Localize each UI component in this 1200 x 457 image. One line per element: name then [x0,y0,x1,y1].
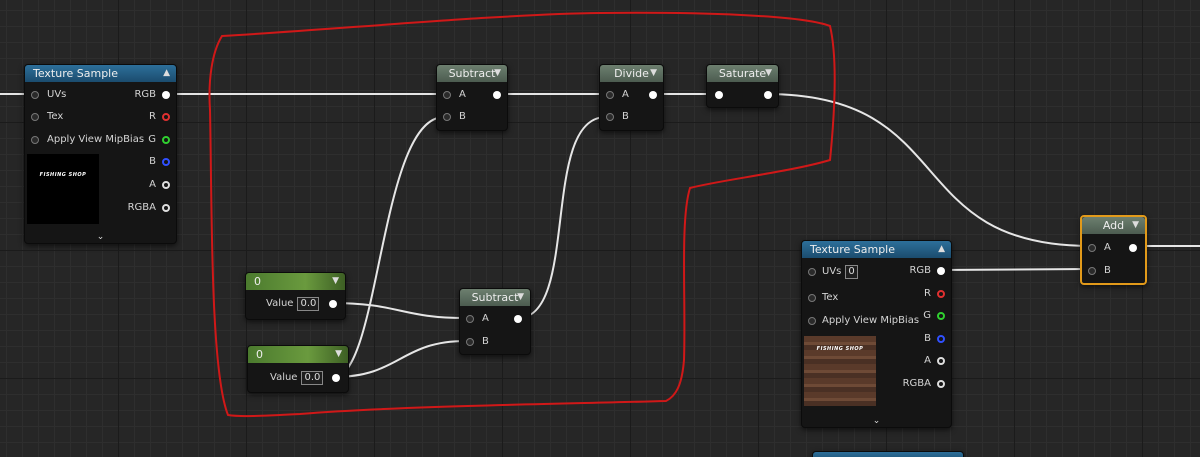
node-header[interactable]: Saturate ▼ [707,65,778,82]
input-pin-mipbias[interactable]: Apply View MipBias [31,133,144,147]
texture-sample-node-2[interactable]: Texture Sample ▲ UVs 0 Tex Apply View Mip… [801,240,952,428]
saturate-node[interactable]: Saturate ▼ [706,64,779,108]
divide-node[interactable]: Divide ▼ A B [599,64,664,131]
input-pin-tex[interactable]: Tex [808,291,838,305]
output-pin-r[interactable]: R [149,110,170,124]
output-pin-b[interactable]: B [149,155,170,169]
input-pin-a[interactable]: A [1088,241,1111,255]
chevron-down-icon[interactable]: ▼ [494,65,501,82]
node-title: Texture Sample [33,67,119,80]
node-header[interactable]: Texture Sample ▲ [25,65,176,82]
texture-thumbnail: FISHING SHOP [804,336,876,406]
wire-constant2-to-subtract1-b [333,116,445,378]
output-pin-rgba[interactable]: RGBA [903,377,945,391]
input-pin-tex[interactable]: Tex [31,110,63,124]
output-pin[interactable] [514,315,522,323]
output-pin-g[interactable]: G [148,133,170,147]
node-header[interactable]: 0 ▼ [248,346,348,363]
input-pin-a[interactable]: A [443,88,466,102]
input-pin-b[interactable]: B [443,110,466,124]
wire-subtract2-to-divide-b [517,116,607,319]
node-title: Saturate [718,67,767,80]
subtract-node-1[interactable]: Subtract ▼ A B [436,64,508,131]
chevron-down-icon[interactable]: ▼ [517,289,524,306]
input-pin[interactable] [715,91,723,99]
collapse-chevron-icon[interactable]: ▲ [938,241,945,258]
chevron-down-icon[interactable]: ▼ [335,346,342,363]
node-header[interactable]: Add ▼ [1082,217,1145,234]
wire-texture2-to-add-b [937,268,1091,271]
node-title: Add [1102,219,1125,232]
output-pin-rgb[interactable]: RGB [909,264,945,278]
input-pin-a[interactable]: A [606,88,629,102]
constant-node-2[interactable]: 0 ▼ Value 0.0 [247,345,349,393]
output-pin[interactable] [332,374,340,382]
add-node[interactable]: Add ▼ A B [1080,215,1147,285]
input-pin-uvs[interactable]: UVs 0 [808,265,858,279]
texture-sample-node-1[interactable]: Texture Sample ▲ UVs Tex Apply View MipB… [24,64,177,244]
node-title: Divide [614,67,649,80]
input-pin-b[interactable]: B [466,335,489,349]
output-pin[interactable] [649,91,657,99]
input-pin-b[interactable]: B [1088,264,1111,278]
material-graph-canvas[interactable]: Texture Sample ▲ UVs Tex Apply View MipB… [0,0,1200,457]
input-pin-a[interactable]: A [466,312,489,326]
node-header[interactable]: Subtract ▼ [437,65,507,82]
node-header[interactable]: Subtract ▼ [460,289,530,306]
value-field[interactable]: Value 0.0 [266,297,320,311]
output-pin-rgba[interactable]: RGBA [128,201,170,215]
value-input[interactable]: 0.0 [301,371,324,385]
value-field[interactable]: Value 0.0 [270,371,324,385]
output-pin-a[interactable]: A [924,354,945,368]
input-pin-b[interactable]: B [606,110,629,124]
output-pin[interactable] [329,300,337,308]
output-pin[interactable] [493,91,501,99]
output-pin[interactable] [1129,244,1137,252]
node-title: Subtract [448,67,496,80]
wire-saturate-to-add-a [765,93,1091,247]
output-pin-b[interactable]: B [924,332,945,346]
node-title: 0 [256,348,263,361]
uvs-value-input[interactable]: 0 [845,265,858,279]
subtract-node-2[interactable]: Subtract ▼ A B [459,288,531,355]
input-pin-mipbias[interactable]: Apply View MipBias [808,314,919,328]
node-header[interactable]: Divide ▼ [600,65,663,82]
expand-chevron-icon[interactable]: ⌄ [802,416,951,426]
node-title: 0 [254,275,261,288]
output-pin-rgb[interactable]: RGB [134,88,170,102]
wire-constant1-to-subtract2-a [330,302,467,319]
node-header[interactable]: 0 ▼ [246,273,345,290]
collapse-chevron-icon[interactable]: ▲ [163,65,170,82]
chevron-down-icon[interactable]: ▼ [765,65,772,82]
chevron-down-icon[interactable]: ▼ [1132,217,1139,234]
value-input[interactable]: 0.0 [297,297,320,311]
wire-constant2-to-subtract2-b [333,340,467,378]
expand-chevron-icon[interactable]: ⌄ [25,232,176,242]
constant-node-1[interactable]: 0 ▼ Value 0.0 [245,272,346,320]
chevron-down-icon[interactable]: ▼ [650,65,657,82]
output-pin[interactable] [764,91,772,99]
node-header[interactable] [813,452,963,457]
output-pin-g[interactable]: G [923,309,945,323]
output-pin-r[interactable]: R [924,287,945,301]
offscreen-node-header[interactable] [812,451,964,457]
chevron-down-icon[interactable]: ▼ [332,273,339,290]
node-title: Subtract [471,291,519,304]
texture-thumbnail: FISHING SHOP [27,154,99,224]
output-pin-a[interactable]: A [149,178,170,192]
input-pin-uvs[interactable]: UVs [31,88,66,102]
node-title: Texture Sample [810,243,896,256]
node-header[interactable]: Texture Sample ▲ [802,241,951,258]
